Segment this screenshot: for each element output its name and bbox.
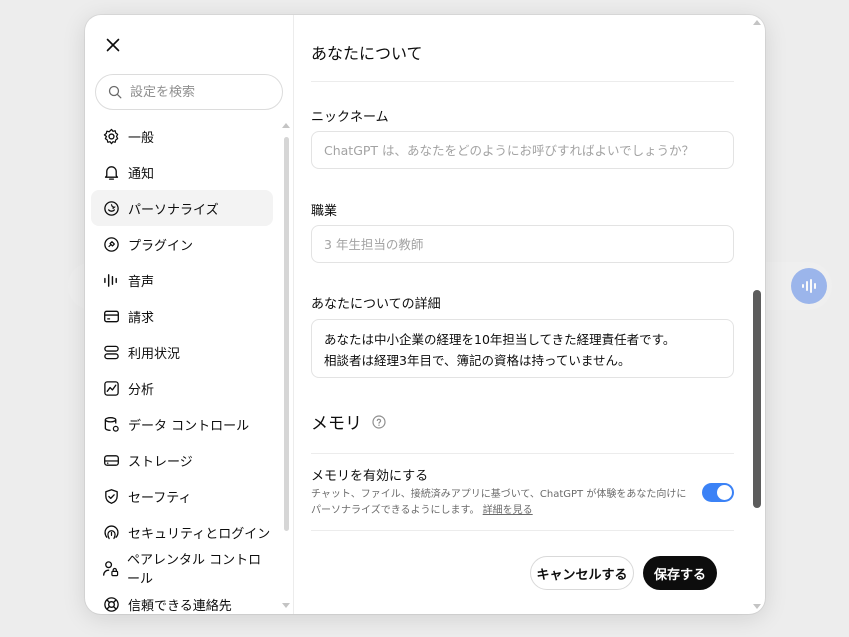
- about-label: あなたについての詳細: [311, 297, 441, 312]
- sidebar-item-notifications[interactable]: 通知: [91, 154, 273, 190]
- memory-bottom-divider: [311, 530, 734, 531]
- credit-card-icon: [102, 307, 120, 325]
- plugin-icon: [102, 235, 120, 253]
- search-icon: [108, 85, 122, 99]
- cancel-button[interactable]: キャンセルする: [530, 556, 634, 590]
- personalize-icon: [102, 199, 120, 217]
- page-title: あなたについて: [311, 44, 423, 63]
- sidebar-item-label: 分析: [128, 382, 155, 398]
- sidebar-item-analytics[interactable]: 分析: [91, 370, 273, 406]
- occupation-label: 職業: [311, 204, 338, 219]
- content-scroll-down-arrow[interactable]: [753, 604, 761, 609]
- sidebar-item-label: ストレージ: [128, 454, 193, 470]
- learn-more-link[interactable]: 詳細を見る: [483, 505, 533, 516]
- content-scrollbar-thumb[interactable]: [753, 290, 761, 508]
- analytics-chart-icon: [102, 379, 120, 397]
- toggle-knob: [717, 485, 732, 500]
- sidebar-item-data-controls[interactable]: データ コントロール: [91, 406, 273, 442]
- storage-drive-icon: [102, 451, 120, 469]
- bell-icon: [102, 163, 120, 181]
- settings-search[interactable]: [95, 74, 283, 110]
- sidebar-item-trusted-contacts[interactable]: 信頼できる連絡先: [91, 586, 273, 614]
- close-button[interactable]: [101, 33, 125, 57]
- sidebar-item-label: ペアレンタル コントロール: [127, 553, 262, 587]
- sidebar-item-plugins[interactable]: プラグイン: [91, 226, 273, 262]
- sidebar-item-audio[interactable]: 音声: [91, 262, 273, 298]
- settings-modal: 一般 通知 パーソナライズ プラグイン: [85, 15, 765, 614]
- sidebar-item-parental-controls[interactable]: ペアレンタル コントロール: [91, 550, 273, 587]
- lifebuoy-icon: [102, 595, 120, 613]
- settings-content: あなたについて ニックネーム 職業 あなたについての詳細 あなたは中小企業の経理…: [295, 15, 765, 614]
- save-button[interactable]: 保存する: [643, 556, 717, 590]
- sidebar-item-personalize[interactable]: パーソナライズ: [91, 190, 273, 226]
- sidebar-item-label: パーソナライズ: [128, 202, 219, 218]
- content-scroll-up-arrow[interactable]: [753, 20, 761, 25]
- sidebar-item-label: 利用状況: [128, 346, 181, 362]
- sidebar-item-security-login[interactable]: セキュリティとログイン: [91, 514, 273, 550]
- sidebar-item-label: 信頼できる連絡先: [128, 598, 232, 614]
- sidebar-item-general[interactable]: 一般: [91, 118, 273, 154]
- nickname-input[interactable]: [324, 142, 721, 158]
- settings-nav: 一般 通知 パーソナライズ プラグイン 音声 請求 利用状況 分析 データ コン…: [91, 118, 273, 614]
- audio-wave-icon: [102, 271, 120, 289]
- occupation-input[interactable]: [324, 236, 721, 252]
- sidebar-scroll-down-arrow[interactable]: [282, 603, 290, 608]
- usage-bars-icon: [102, 343, 120, 361]
- close-icon: [106, 38, 120, 52]
- memory-enable-label: メモリを有効にする: [311, 469, 429, 484]
- sidebar-item-storage[interactable]: ストレージ: [91, 442, 273, 478]
- memory-section-title: メモリ: [311, 409, 386, 434]
- sidebar-item-label: プラグイン: [128, 238, 194, 254]
- help-icon[interactable]: [372, 414, 386, 429]
- memory-top-divider: [311, 453, 734, 454]
- shield-check-icon: [102, 487, 120, 505]
- about-textarea[interactable]: あなたは中小企業の経理を10年担当してきた経理責任者です。 相談者は経理3年目で…: [311, 319, 734, 378]
- parent-lock-icon: [102, 559, 119, 577]
- sidebar-item-usage[interactable]: 利用状況: [91, 334, 273, 370]
- nickname-label: ニックネーム: [311, 110, 389, 125]
- database-gear-icon: [102, 415, 120, 433]
- title-divider: [311, 81, 734, 82]
- memory-description: チャット、ファイル、接続済みアプリに基づいて、ChatGPT が体験をあなた向け…: [311, 487, 693, 519]
- settings-sidebar: 一般 通知 パーソナライズ プラグイン: [85, 15, 294, 614]
- sidebar-item-label: 音声: [128, 274, 155, 290]
- fingerprint-icon: [102, 523, 120, 541]
- nickname-field[interactable]: [311, 131, 734, 169]
- gear-icon: [102, 127, 120, 145]
- sidebar-scroll-up-arrow[interactable]: [282, 123, 290, 128]
- sidebar-item-safety[interactable]: セーフティ: [91, 478, 273, 514]
- sidebar-item-label: データ コントロール: [128, 418, 250, 434]
- sidebar-item-label: 請求: [128, 310, 155, 326]
- sidebar-item-label: セキュリティとログイン: [128, 526, 271, 542]
- sidebar-item-billing[interactable]: 請求: [91, 298, 273, 334]
- memory-title-text: メモリ: [311, 414, 362, 434]
- sidebar-scrollbar-thumb[interactable]: [284, 137, 289, 531]
- search-input[interactable]: [130, 84, 270, 100]
- memory-toggle[interactable]: [702, 483, 734, 502]
- sidebar-item-label: 通知: [128, 166, 155, 182]
- sidebar-item-label: セーフティ: [128, 490, 192, 506]
- sidebar-item-label: 一般: [128, 130, 155, 146]
- occupation-field[interactable]: [311, 225, 734, 263]
